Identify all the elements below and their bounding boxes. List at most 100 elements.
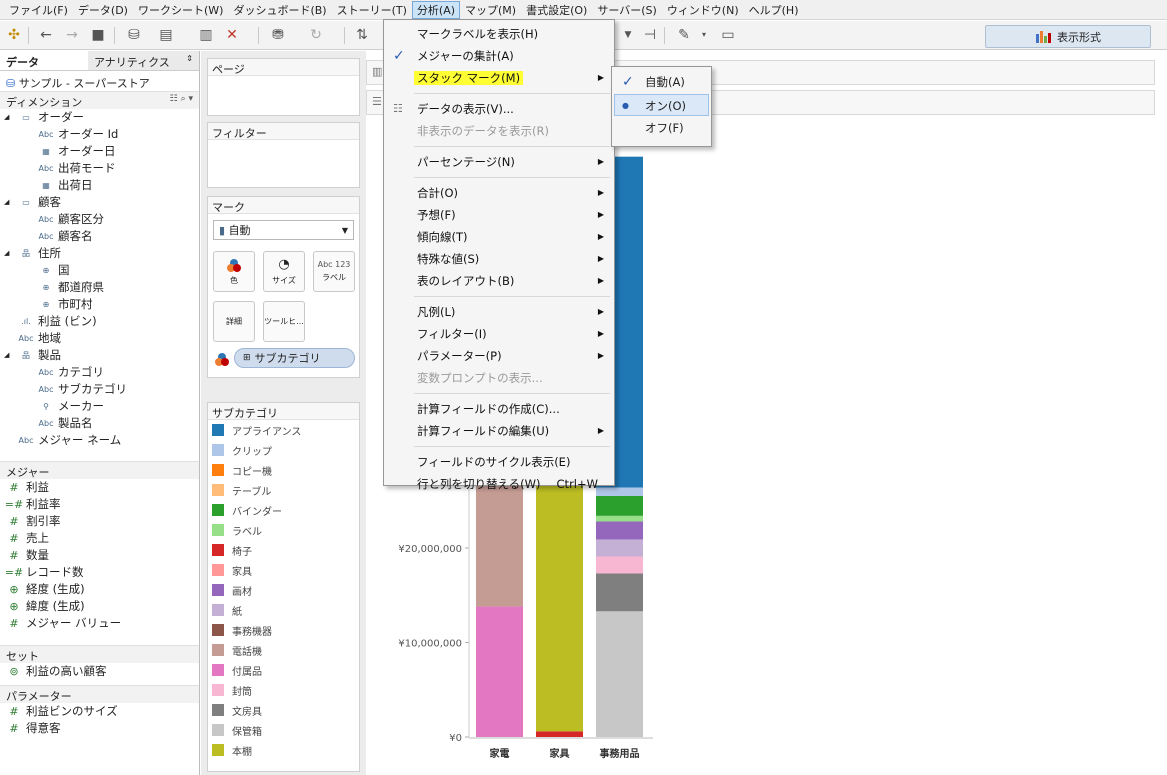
menu-item[interactable]: 行と列を切り替える(W) Ctrl+W <box>384 473 614 495</box>
tab-data[interactable]: データ <box>0 51 88 70</box>
bar-segment[interactable] <box>476 606 523 737</box>
field-item[interactable]: Abc 地域 <box>0 330 199 347</box>
menu-item[interactable]: 計算フィールドの編集(U) ▶ <box>384 420 614 442</box>
field-item[interactable]: Abc 製品名 <box>0 415 199 432</box>
bar-segment[interactable] <box>596 573 643 612</box>
bar-segment[interactable] <box>536 457 583 732</box>
presentation-icon[interactable]: ▭ <box>718 26 738 44</box>
detail-button[interactable]: 詳細 <box>213 301 255 342</box>
menu-9[interactable]: ウィンドウ(N) <box>662 1 744 19</box>
expand-arrow-icon[interactable]: ◢ <box>4 194 14 211</box>
field-item[interactable]: # 利益ビンのサイズ <box>0 703 199 720</box>
tooltip-button[interactable]: ツールヒ... <box>263 301 305 342</box>
field-item[interactable]: ⊚ 利益の高い顧客 <box>0 663 199 680</box>
menu-item[interactable]: 表のレイアウト(B) ▶ <box>384 270 614 292</box>
mark-type-dropdown[interactable]: ▮ 自動 ▼ <box>213 220 354 240</box>
tableau-logo-icon[interactable]: ✣ <box>4 26 24 44</box>
menu-item[interactable]: 特殊な値(S) ▶ <box>384 248 614 270</box>
expand-arrow-icon[interactable]: ◢ <box>4 245 14 262</box>
menu-item[interactable]: スタック マーク(M) ▶ <box>384 67 614 89</box>
legend-item[interactable]: ラベル <box>208 520 359 540</box>
menu-item[interactable]: マークラベルを表示(H) <box>384 23 614 45</box>
menu-item[interactable]: 計算フィールドの作成(C)... <box>384 398 614 420</box>
field-item[interactable]: # 売上 <box>0 530 199 547</box>
legend-item[interactable]: アプライアンス <box>208 420 359 440</box>
legend-item[interactable]: 電話機 <box>208 640 359 660</box>
bar-segment[interactable] <box>596 539 643 557</box>
sort-icon[interactable]: ⇕ <box>186 54 193 63</box>
submenu-item[interactable]: オフ(F) <box>612 117 711 139</box>
clear-sheet-icon[interactable]: ✕ <box>222 26 242 44</box>
new-datasource-icon[interactable]: ⛁ <box>124 26 144 44</box>
field-item[interactable]: Abc 顧客区分 <box>0 211 199 228</box>
menu-item[interactable]: フィルター(I) ▶ <box>384 323 614 345</box>
field-item[interactable]: Abc カテゴリ <box>0 364 199 381</box>
field-item[interactable]: # 利益 <box>0 479 199 496</box>
legend-item[interactable]: テーブル <box>208 480 359 500</box>
legend-item[interactable]: 本棚 <box>208 740 359 760</box>
legend-item[interactable]: コピー機 <box>208 460 359 480</box>
swap-icon[interactable]: ⇅ <box>352 26 372 44</box>
menu-8[interactable]: サーバー(S) <box>592 1 661 19</box>
legend-item[interactable]: 付属品 <box>208 660 359 680</box>
bar-segment[interactable] <box>596 611 643 737</box>
filters-card[interactable]: フィルター <box>207 122 360 188</box>
field-item[interactable]: =# 利益率 <box>0 496 199 513</box>
menu-item[interactable]: パーセンテージ(N) ▶ <box>384 151 614 173</box>
menu-item[interactable]: 傾向線(T) ▶ <box>384 226 614 248</box>
datasource-icon[interactable]: ⛃ <box>268 26 288 44</box>
menu-4[interactable]: ストーリー(T) <box>332 1 412 19</box>
highlight-icon[interactable]: ✎ <box>674 26 694 44</box>
legend-item[interactable]: クリップ <box>208 440 359 460</box>
menu-10[interactable]: ヘルプ(H) <box>744 1 804 19</box>
datasource-item[interactable]: ⛁ サンプル - スーパーストア <box>0 71 199 91</box>
field-item[interactable]: ▦ 出荷日 <box>0 177 199 194</box>
bar-segment[interactable] <box>536 731 583 737</box>
menu-5[interactable]: 分析(A) <box>411 0 461 19</box>
size-button[interactable]: ◔ サイズ <box>263 251 305 292</box>
dropdown-arrow-icon[interactable]: ▼ <box>618 26 638 44</box>
field-item[interactable]: =# レコード数 <box>0 564 199 581</box>
expand-arrow-icon[interactable]: ◢ <box>4 109 14 126</box>
color-button[interactable]: 色 <box>213 251 255 292</box>
submenu-item[interactable]: ● オン(O) <box>614 94 709 116</box>
field-item[interactable]: ⊕ 経度 (生成) <box>0 581 199 598</box>
chevron-down-icon[interactable]: ▾ <box>694 26 714 44</box>
save-icon[interactable]: ■ <box>88 26 108 44</box>
field-item[interactable]: ◢ ▭ 顧客 <box>0 194 199 211</box>
menu-item[interactable]: 変数プロンプトの表示... <box>384 367 614 389</box>
menu-3[interactable]: ダッシュボード(B) <box>228 1 331 19</box>
field-item[interactable]: Abc サブカテゴリ <box>0 381 199 398</box>
submenu-item[interactable]: ✓ 自動(A) <box>612 71 711 93</box>
menu-item[interactable]: パラメーター(P) ▶ <box>384 345 614 367</box>
undo-icon[interactable]: ← <box>36 26 56 44</box>
field-item[interactable]: Abc オーダー Id <box>0 126 199 143</box>
field-item[interactable]: ◢ 品製品 <box>0 347 199 364</box>
field-item[interactable]: ▦ オーダー日 <box>0 143 199 160</box>
menu-item[interactable]: 非表示のデータを表示(R) <box>384 120 614 142</box>
menu-7[interactable]: 書式設定(O) <box>521 1 592 19</box>
tab-analytics[interactable]: アナリティクス ⇕ <box>88 51 199 70</box>
menu-item[interactable]: 合計(O) ▶ <box>384 182 614 204</box>
legend-item[interactable]: 保管箱 <box>208 720 359 740</box>
field-item[interactable]: Abc 顧客名 <box>0 228 199 245</box>
legend-item[interactable]: 紙 <box>208 600 359 620</box>
legend-item[interactable]: 家具 <box>208 560 359 580</box>
field-item[interactable]: ⊕ 緯度 (生成) <box>0 598 199 615</box>
field-item[interactable]: ⊕ 市町村 <box>0 296 199 313</box>
show-me-button[interactable]: 表示形式 <box>985 25 1151 48</box>
field-item[interactable]: ⊕ 都道府県 <box>0 279 199 296</box>
field-item[interactable]: # 数量 <box>0 547 199 564</box>
pages-card[interactable]: ページ <box>207 58 360 116</box>
legend-item[interactable]: 椅子 <box>208 540 359 560</box>
bar-segment[interactable] <box>596 556 643 574</box>
new-worksheet-icon[interactable]: ▤ <box>156 26 176 44</box>
legend-item[interactable]: 事務機器 <box>208 620 359 640</box>
duplicate-sheet-icon[interactable]: ▥ <box>196 26 216 44</box>
field-item[interactable]: ◢ ▭ オーダー <box>0 109 199 126</box>
menu-0[interactable]: ファイル(F) <box>4 1 73 19</box>
search-icon[interactable]: ☷ ⌕ ▾ <box>170 94 193 107</box>
field-item[interactable]: # 得意客 <box>0 720 199 737</box>
menu-6[interactable]: マップ(M) <box>460 1 521 19</box>
menu-2[interactable]: ワークシート(W) <box>133 1 228 19</box>
